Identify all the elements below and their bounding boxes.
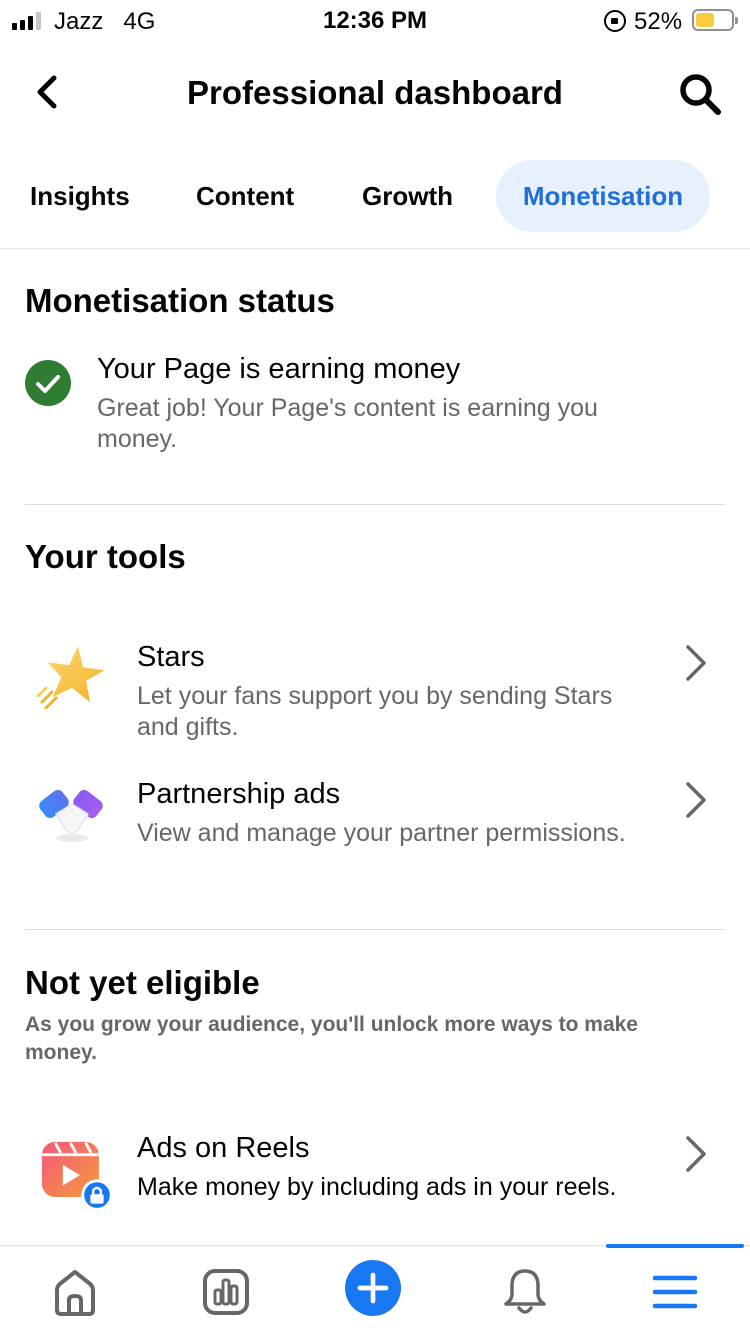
- tool-partnership-ads-title: Partnership ads: [137, 778, 341, 810]
- tool-ads-on-reels-title: Ads on Reels: [137, 1132, 310, 1164]
- monetisation-status-description: Great job! Your Page's content is earnin…: [97, 394, 598, 453]
- chevron-right-icon: [680, 1132, 710, 1176]
- section-divider: [25, 504, 725, 505]
- header: Professional dashboard: [0, 52, 750, 132]
- nav-notifications[interactable]: [497, 1264, 553, 1320]
- chevron-right-icon: [680, 641, 710, 685]
- reels-locked-icon: [40, 1140, 120, 1220]
- bottom-navigation: [0, 1244, 750, 1334]
- page-title: Professional dashboard: [187, 74, 563, 111]
- rotation-lock-icon: [604, 10, 626, 32]
- menu-icon: [652, 1275, 698, 1309]
- tool-stars-description: Let your fans support you by sending Sta…: [137, 682, 613, 741]
- tab-monetisation[interactable]: Monetisation: [496, 160, 710, 232]
- nav-menu[interactable]: [647, 1264, 703, 1320]
- plus-icon: [345, 1260, 401, 1316]
- nav-insights[interactable]: [198, 1264, 254, 1320]
- your-tools-heading: Your tools: [25, 538, 186, 575]
- search-icon: [680, 74, 721, 115]
- tab-content[interactable]: Content: [172, 160, 318, 232]
- section-divider: [25, 929, 725, 930]
- not-yet-eligible-heading: Not yet eligible: [25, 964, 260, 1001]
- not-yet-eligible-subtitle: As you grow your audience, you'll unlock…: [25, 1013, 638, 1064]
- tool-stars-title: Stars: [137, 641, 205, 673]
- battery-percent: 52%: [634, 8, 683, 35]
- chart-icon: [203, 1269, 249, 1315]
- tab-insights[interactable]: Insights: [6, 160, 154, 232]
- status-bar: Jazz 4G 12:36 PM 52%: [0, 0, 750, 42]
- tool-partnership-ads-description: View and manage your partner permissions…: [137, 819, 626, 847]
- check-circle-icon: [25, 360, 71, 406]
- tabs-divider: [0, 248, 750, 249]
- dashboard-tabs: Insights Content Growth Monetisation: [0, 160, 750, 232]
- active-tab-indicator: [606, 1244, 744, 1248]
- nav-create[interactable]: [345, 1260, 405, 1320]
- search-button[interactable]: [676, 70, 724, 118]
- tab-growth[interactable]: Growth: [338, 160, 477, 232]
- tool-ads-on-reels-description: Make money by including ads in your reel…: [137, 1173, 617, 1201]
- home-icon: [55, 1270, 95, 1316]
- nav-home[interactable]: [47, 1264, 103, 1320]
- battery-icon: [692, 9, 738, 31]
- monetisation-status-heading: Monetisation status: [25, 282, 335, 319]
- chevron-right-icon: [680, 778, 710, 822]
- handshake-icon: [34, 780, 110, 856]
- star-icon: [34, 642, 110, 718]
- bell-icon: [504, 1269, 546, 1314]
- monetisation-status-title: Your Page is earning money: [97, 353, 461, 385]
